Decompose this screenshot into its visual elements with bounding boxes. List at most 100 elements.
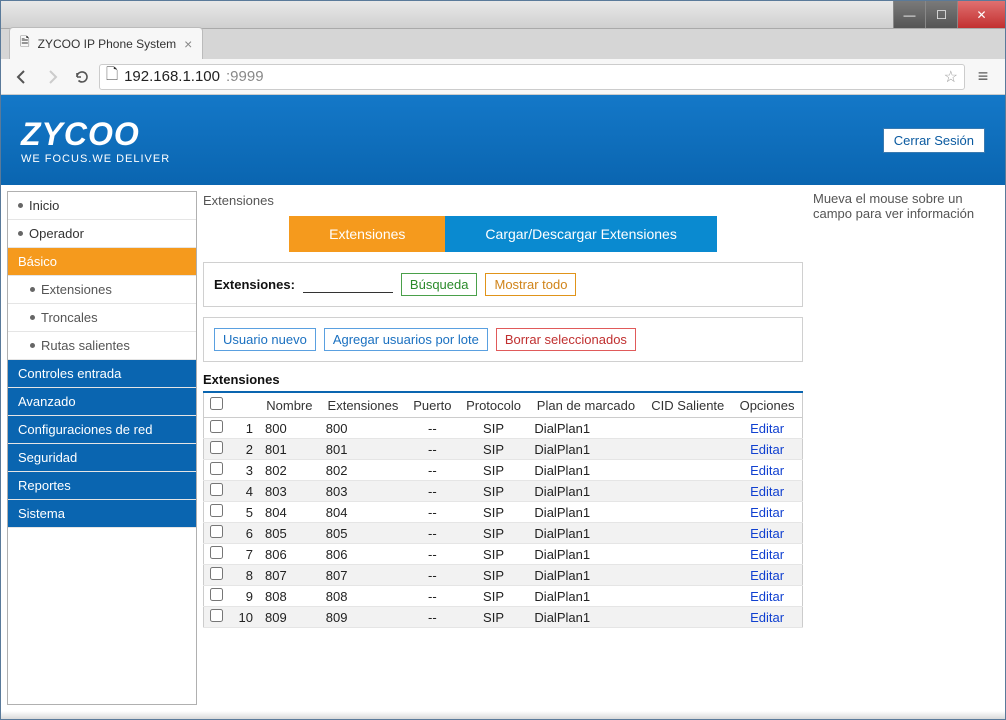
- edit-link[interactable]: Editar: [750, 610, 784, 625]
- logout-button[interactable]: Cerrar Sesión: [883, 128, 985, 153]
- address-bar[interactable]: 🗋 192.168.1.100:9999 ☆: [99, 64, 965, 90]
- cell-cid: [643, 439, 732, 460]
- search-input[interactable]: [303, 277, 393, 293]
- edit-link[interactable]: Editar: [750, 568, 784, 583]
- bookmark-icon[interactable]: ☆: [944, 67, 958, 87]
- edit-link[interactable]: Editar: [750, 463, 784, 478]
- show-all-button[interactable]: Mostrar todo: [485, 273, 576, 296]
- cell-plan: DialPlan1: [528, 439, 643, 460]
- row-number: 6: [229, 523, 259, 544]
- browser-tab[interactable]: 🗎 ZYCOO IP Phone System ×: [9, 27, 203, 59]
- sidebar-item-extensiones[interactable]: Extensiones: [8, 276, 196, 304]
- tab-close-icon[interactable]: ×: [184, 37, 192, 51]
- cell-plan: DialPlan1: [528, 481, 643, 502]
- cell-ext: 803: [320, 481, 406, 502]
- col-puerto: Puerto: [406, 392, 458, 418]
- edit-link[interactable]: Editar: [750, 547, 784, 562]
- cell-cid: [643, 565, 732, 586]
- cell-puerto: --: [406, 481, 458, 502]
- cell-ext: 802: [320, 460, 406, 481]
- edit-link[interactable]: Editar: [750, 442, 784, 457]
- reload-button[interactable]: [69, 64, 95, 90]
- cell-ext: 808: [320, 586, 406, 607]
- row-checkbox[interactable]: [210, 420, 223, 433]
- sidebar-item-troncales[interactable]: Troncales: [8, 304, 196, 332]
- row-checkbox[interactable]: [210, 567, 223, 580]
- sidebar-item-inicio[interactable]: Inicio: [8, 192, 196, 220]
- browser-menu-button[interactable]: ≡: [969, 64, 997, 90]
- cell-ext: 807: [320, 565, 406, 586]
- cell-nombre: 800: [259, 418, 320, 439]
- select-all-checkbox[interactable]: [210, 397, 223, 410]
- browser-tabstrip: 🗎 ZYCOO IP Phone System ×: [1, 29, 1005, 59]
- row-checkbox[interactable]: [210, 546, 223, 559]
- batch-add-button[interactable]: Agregar usuarios por lote: [324, 328, 488, 351]
- row-checkbox[interactable]: [210, 588, 223, 601]
- delete-selected-button[interactable]: Borrar seleccionados: [496, 328, 636, 351]
- cell-cid: [643, 481, 732, 502]
- row-checkbox[interactable]: [210, 462, 223, 475]
- sidebar-item-red[interactable]: Configuraciones de red: [8, 416, 196, 444]
- row-checkbox[interactable]: [210, 609, 223, 622]
- page-icon: 🗋: [106, 64, 118, 89]
- edit-link[interactable]: Editar: [750, 505, 784, 520]
- table-row: 4803803--SIPDialPlan1Editar: [204, 481, 803, 502]
- cell-plan: DialPlan1: [528, 586, 643, 607]
- cell-proto: SIP: [459, 460, 529, 481]
- sidebar-label: Reportes: [18, 478, 71, 493]
- row-number: 3: [229, 460, 259, 481]
- cell-puerto: --: [406, 439, 458, 460]
- logo: ZYCOO WE FOCUS.WE DELIVER: [21, 116, 170, 165]
- row-number: 5: [229, 502, 259, 523]
- cell-plan: DialPlan1: [528, 502, 643, 523]
- maximize-button[interactable]: ☐: [925, 1, 957, 28]
- cell-nombre: 804: [259, 502, 320, 523]
- cell-proto: SIP: [459, 481, 529, 502]
- cell-ext: 801: [320, 439, 406, 460]
- sidebar-item-basico[interactable]: Básico: [8, 248, 196, 276]
- cell-proto: SIP: [459, 439, 529, 460]
- back-button[interactable]: [9, 64, 35, 90]
- minimize-button[interactable]: —: [893, 1, 925, 28]
- sidebar-item-reportes[interactable]: Reportes: [8, 472, 196, 500]
- forward-button[interactable]: [39, 64, 65, 90]
- cell-cid: [643, 418, 732, 439]
- edit-link[interactable]: Editar: [750, 421, 784, 436]
- cell-nombre: 809: [259, 607, 320, 628]
- sidebar-label: Sistema: [18, 506, 65, 521]
- sidebar-item-operador[interactable]: Operador: [8, 220, 196, 248]
- cell-puerto: --: [406, 544, 458, 565]
- sidebar-item-avanzado[interactable]: Avanzado: [8, 388, 196, 416]
- row-checkbox[interactable]: [210, 441, 223, 454]
- cell-cid: [643, 607, 732, 628]
- content: Extensiones Extensiones Cargar/Descargar…: [203, 191, 803, 705]
- row-checkbox[interactable]: [210, 525, 223, 538]
- tab-title: ZYCOO IP Phone System: [38, 37, 177, 51]
- table-row: 8807807--SIPDialPlan1Editar: [204, 565, 803, 586]
- sidebar-item-seguridad[interactable]: Seguridad: [8, 444, 196, 472]
- bullet-icon: [30, 287, 35, 292]
- tab-cargar[interactable]: Cargar/Descargar Extensiones: [445, 216, 716, 252]
- row-number: 2: [229, 439, 259, 460]
- sidebar-label: Controles entrada: [18, 366, 121, 381]
- search-button[interactable]: Búsqueda: [401, 273, 478, 296]
- row-number: 7: [229, 544, 259, 565]
- cell-cid: [643, 460, 732, 481]
- edit-link[interactable]: Editar: [750, 484, 784, 499]
- row-checkbox[interactable]: [210, 483, 223, 496]
- sidebar-item-controles[interactable]: Controles entrada: [8, 360, 196, 388]
- sidebar-item-sistema[interactable]: Sistema: [8, 500, 196, 528]
- new-user-button[interactable]: Usuario nuevo: [214, 328, 316, 351]
- cell-puerto: --: [406, 607, 458, 628]
- bullet-icon: [30, 343, 35, 348]
- cell-cid: [643, 544, 732, 565]
- help-text: Mueva el mouse sobre un campo para ver i…: [813, 191, 974, 221]
- tab-extensiones[interactable]: Extensiones: [289, 216, 445, 252]
- close-button[interactable]: ✕: [957, 1, 1005, 28]
- edit-link[interactable]: Editar: [750, 589, 784, 604]
- cell-nombre: 808: [259, 586, 320, 607]
- sidebar-item-rutas[interactable]: Rutas salientes: [8, 332, 196, 360]
- bullet-icon: [30, 315, 35, 320]
- row-checkbox[interactable]: [210, 504, 223, 517]
- edit-link[interactable]: Editar: [750, 526, 784, 541]
